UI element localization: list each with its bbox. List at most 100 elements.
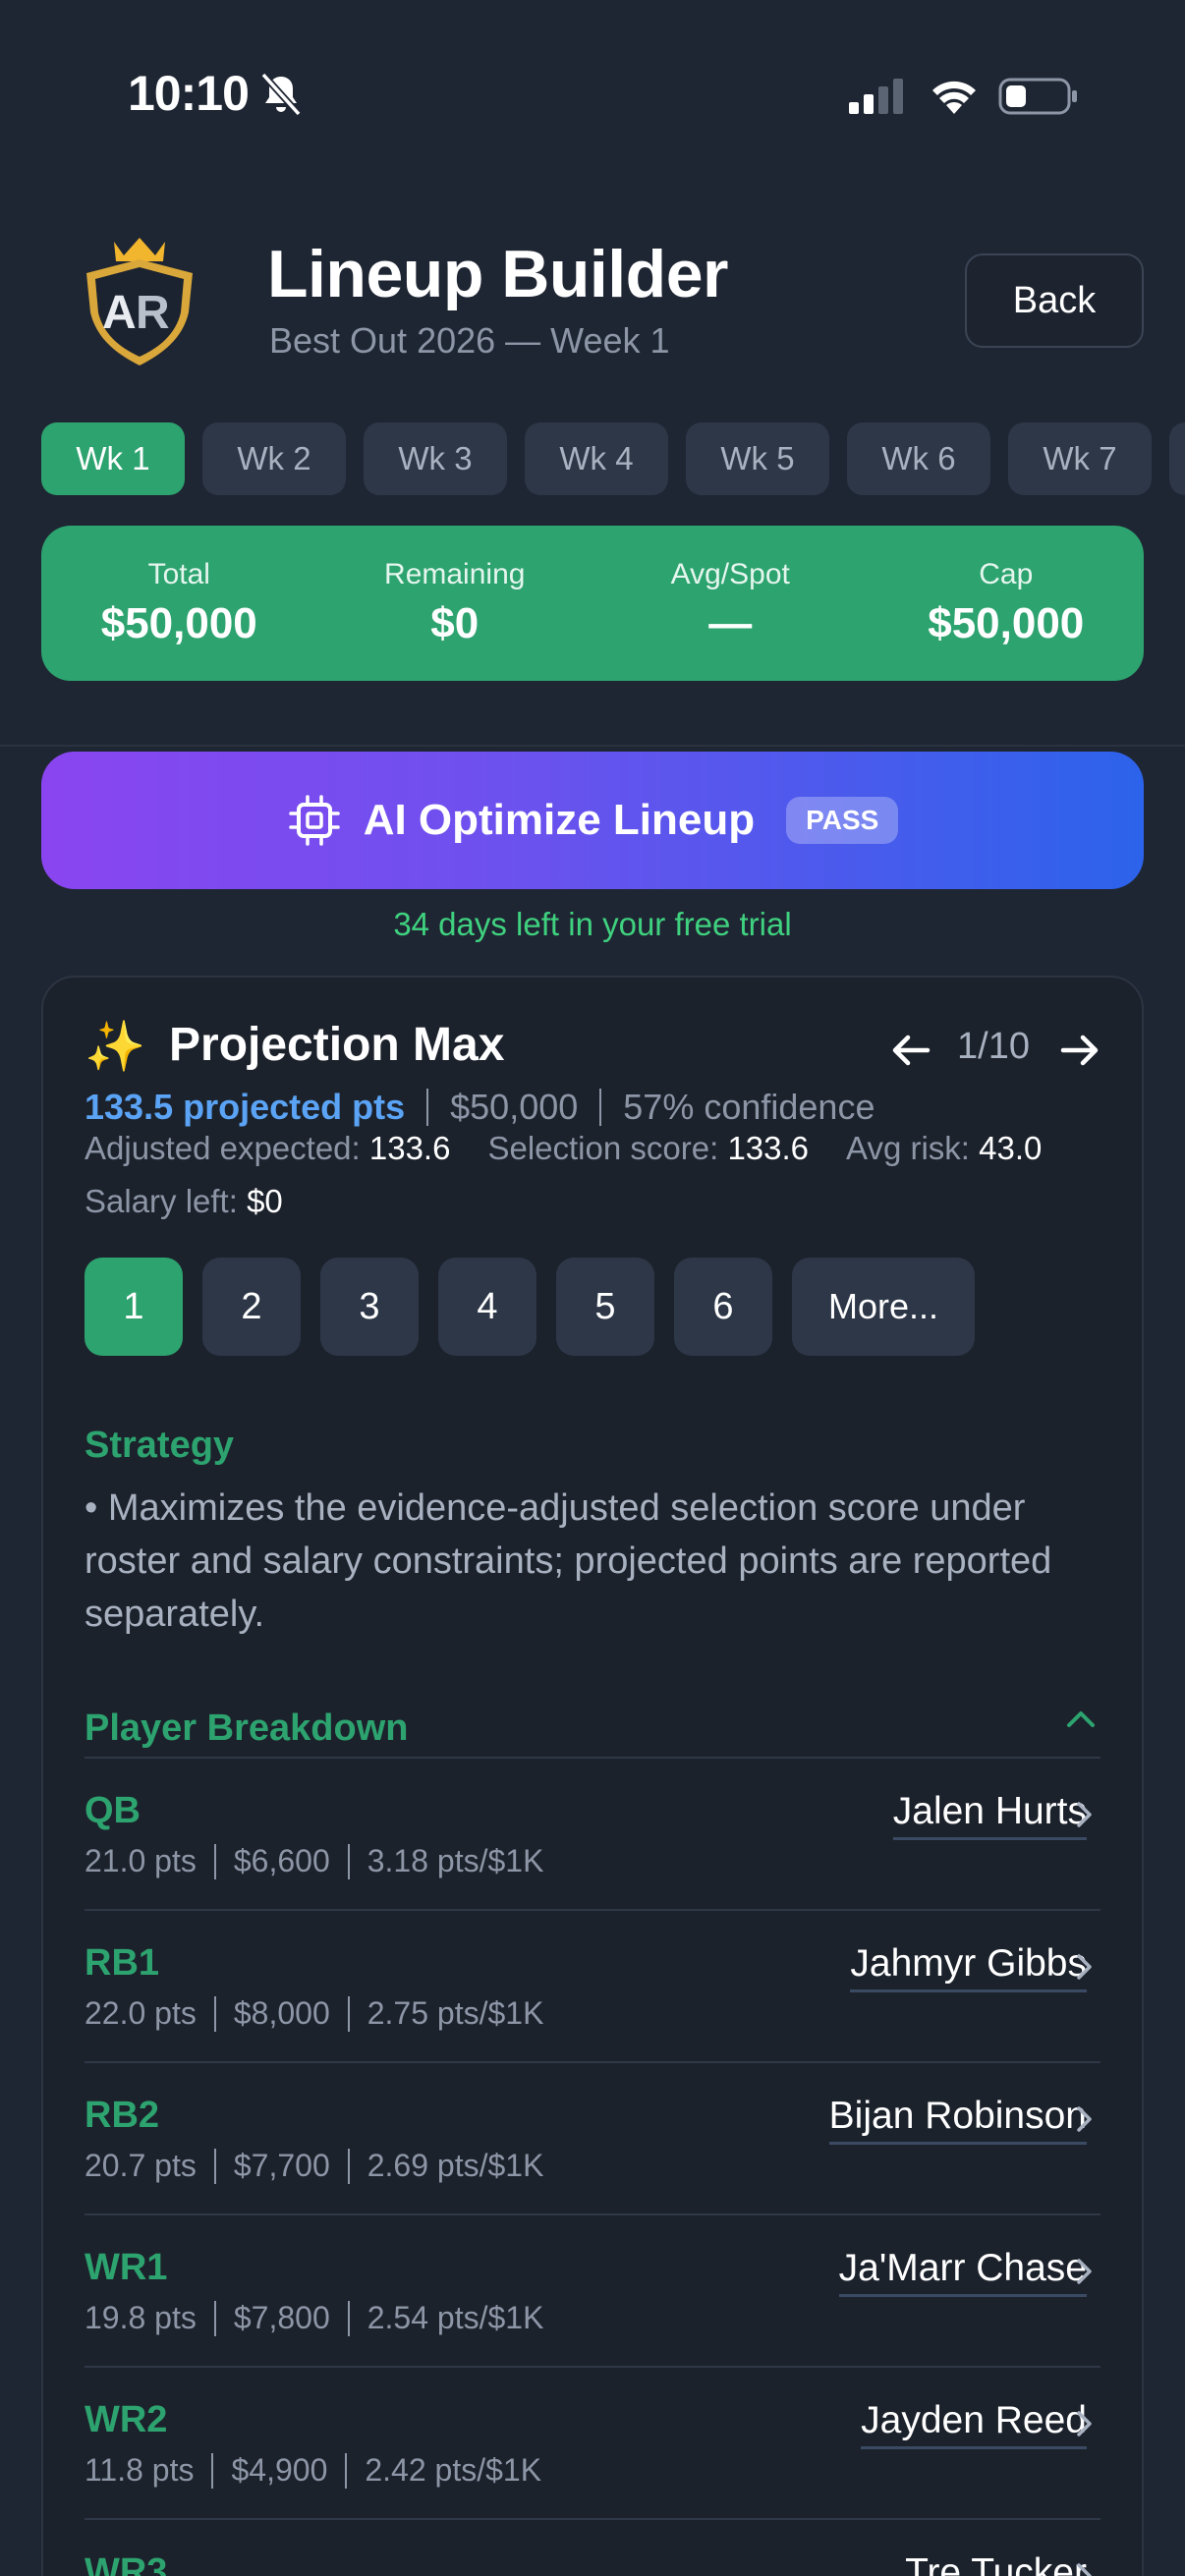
player-points: 11.8 pts: [85, 2452, 195, 2488]
tab-week-1[interactable]: Wk 1: [41, 422, 185, 495]
chevron-up-icon[interactable]: [1061, 1700, 1100, 1739]
back-button[interactable]: Back: [965, 253, 1144, 348]
lineup-salary: $50,000: [450, 1087, 579, 1127]
player-value: 2.42 pts/$1K: [365, 2452, 542, 2488]
row-divider: [85, 2518, 1100, 2520]
player-salary: $6,600: [233, 1843, 330, 1878]
player-value: 2.75 pts/$1K: [367, 1995, 544, 2031]
summary-label: Avg/Spot: [670, 558, 790, 590]
lineup-pager: 1/10: [957, 1026, 1030, 1067]
tab-week-7[interactable]: Wk 7: [1008, 422, 1152, 495]
adjusted-value: 133.6: [368, 1130, 451, 1166]
row-divider: [85, 1909, 1100, 1911]
separator: [347, 2148, 350, 2184]
player-points: 21.0 pts: [85, 1843, 197, 1878]
lineup-confidence: 57% confidence: [623, 1087, 875, 1127]
salary-left: Salary left: $0: [85, 1183, 283, 1220]
player-stats: 20.7 pts $7,700 2.69 pts/$1K: [85, 2148, 543, 2184]
arrow-right-icon[interactable]: [1057, 1028, 1102, 1073]
lineup-option-2[interactable]: 2: [202, 1258, 301, 1356]
lineup-option-6[interactable]: 6: [674, 1258, 772, 1356]
week-tabs: Wk 1 Wk 2 Wk 3 Wk 4 Wk 5 Wk 6 Wk 7: [41, 422, 1185, 495]
player-position: WR1: [85, 2247, 168, 2288]
separator: [347, 1995, 350, 2032]
strategy-text: • Maximizes the evidence-adjusted select…: [85, 1487, 1052, 1635]
summary-cap: Cap $50,000: [869, 558, 1145, 648]
lineup-option-4[interactable]: 4: [438, 1258, 536, 1356]
lineup-options: 1 2 3 4 5 6 More...: [85, 1258, 975, 1356]
salary-summary: Total $50,000 Remaining $0 Avg/Spot — Ca…: [41, 526, 1144, 681]
player-name[interactable]: Tre Tucker: [905, 2551, 1087, 2576]
player-name[interactable]: Ja'Marr Chase: [838, 2247, 1087, 2297]
page-subtitle: Best Out 2026 — Week 1: [269, 320, 670, 361]
player-position: QB: [85, 1790, 141, 1831]
status-time: 10:10: [128, 66, 250, 121]
selection-label: Selection score:: [487, 1130, 719, 1166]
signal-icon: [849, 79, 903, 114]
separator: [213, 1843, 216, 1879]
lineup-option-1[interactable]: 1: [85, 1258, 183, 1356]
chevron-right-icon[interactable]: [1073, 2255, 1097, 2288]
selection-score: Selection score: 133.6: [487, 1130, 809, 1167]
chevron-right-icon[interactable]: [1073, 1798, 1097, 1831]
summary-remaining: Remaining $0: [317, 558, 593, 648]
summary-total: Total $50,000: [41, 558, 317, 648]
tab-week-2[interactable]: Wk 2: [202, 422, 346, 495]
player-stats: 19.8 pts $7,800 2.54 pts/$1K: [85, 2300, 543, 2336]
trial-notice: 34 days left in your free trial: [393, 906, 792, 942]
summary-label: Cap: [979, 558, 1034, 590]
player-name[interactable]: Jayden Reed: [861, 2399, 1087, 2449]
separator: [426, 1089, 429, 1126]
separator: [599, 1089, 602, 1126]
page-title: Lineup Builder: [267, 237, 729, 311]
player-position: RB1: [85, 1942, 160, 1984]
row-divider: [85, 1757, 1100, 1759]
summary-avg-spot: Avg/Spot —: [592, 558, 869, 648]
summary-value: —: [708, 599, 753, 647]
lineup-name: Projection Max: [169, 1019, 505, 1071]
tab-week-next[interactable]: [1169, 422, 1185, 495]
separator: [213, 1995, 216, 2032]
lineup-option-more[interactable]: More...: [792, 1258, 975, 1356]
app-logo: A R: [86, 238, 193, 365]
lineup-option-5[interactable]: 5: [556, 1258, 654, 1356]
summary-value: $50,000: [928, 599, 1085, 647]
risk-value: 43.0: [979, 1130, 1043, 1166]
summary-label: Total: [147, 558, 210, 590]
ai-optimize-label: AI Optimize Lineup: [363, 796, 756, 844]
separator: [213, 2148, 216, 2184]
arrow-left-icon[interactable]: [888, 1028, 933, 1073]
player-value: 2.69 pts/$1K: [367, 2148, 544, 2183]
chevron-right-icon[interactable]: [1073, 2559, 1097, 2576]
player-points: 20.7 pts: [85, 2148, 197, 2183]
tab-week-5[interactable]: Wk 5: [686, 422, 829, 495]
lineup-option-3[interactable]: 3: [320, 1258, 419, 1356]
row-divider: [85, 2366, 1100, 2368]
chevron-right-icon[interactable]: [1073, 1950, 1097, 1984]
ai-optimize-button[interactable]: AI Optimize Lineup PASS: [41, 752, 1144, 889]
player-name[interactable]: Jalen Hurts: [892, 1790, 1087, 1840]
player-name[interactable]: Bijan Robinson: [828, 2095, 1087, 2145]
projected-points: 133.5 projected pts: [85, 1087, 406, 1127]
svg-text:A: A: [102, 287, 137, 339]
player-position: RB2: [85, 2095, 160, 2136]
player-points: 19.8 pts: [85, 2300, 197, 2335]
player-points: 22.0 pts: [85, 1995, 197, 2031]
row-divider: [85, 2213, 1100, 2215]
separator: [347, 1843, 350, 1879]
chevron-right-icon[interactable]: [1073, 2102, 1097, 2136]
player-value: 2.54 pts/$1K: [367, 2300, 544, 2335]
tab-week-6[interactable]: Wk 6: [847, 422, 990, 495]
section-divider: [0, 745, 1185, 747]
player-salary: $4,900: [231, 2452, 328, 2488]
summary-value: $50,000: [100, 599, 257, 647]
player-name[interactable]: Jahmyr Gibbs: [850, 1942, 1087, 1992]
risk-label: Avg risk:: [846, 1130, 970, 1166]
tab-week-4[interactable]: Wk 4: [525, 422, 668, 495]
player-breakdown-heading[interactable]: Player Breakdown: [85, 1708, 408, 1750]
svg-text:R: R: [136, 287, 170, 339]
chevron-right-icon[interactable]: [1073, 2407, 1097, 2440]
lineup-summary: 133.5 projected pts $50,000 57% confiden…: [85, 1087, 875, 1128]
tab-week-3[interactable]: Wk 3: [364, 422, 507, 495]
separator: [345, 2452, 348, 2489]
